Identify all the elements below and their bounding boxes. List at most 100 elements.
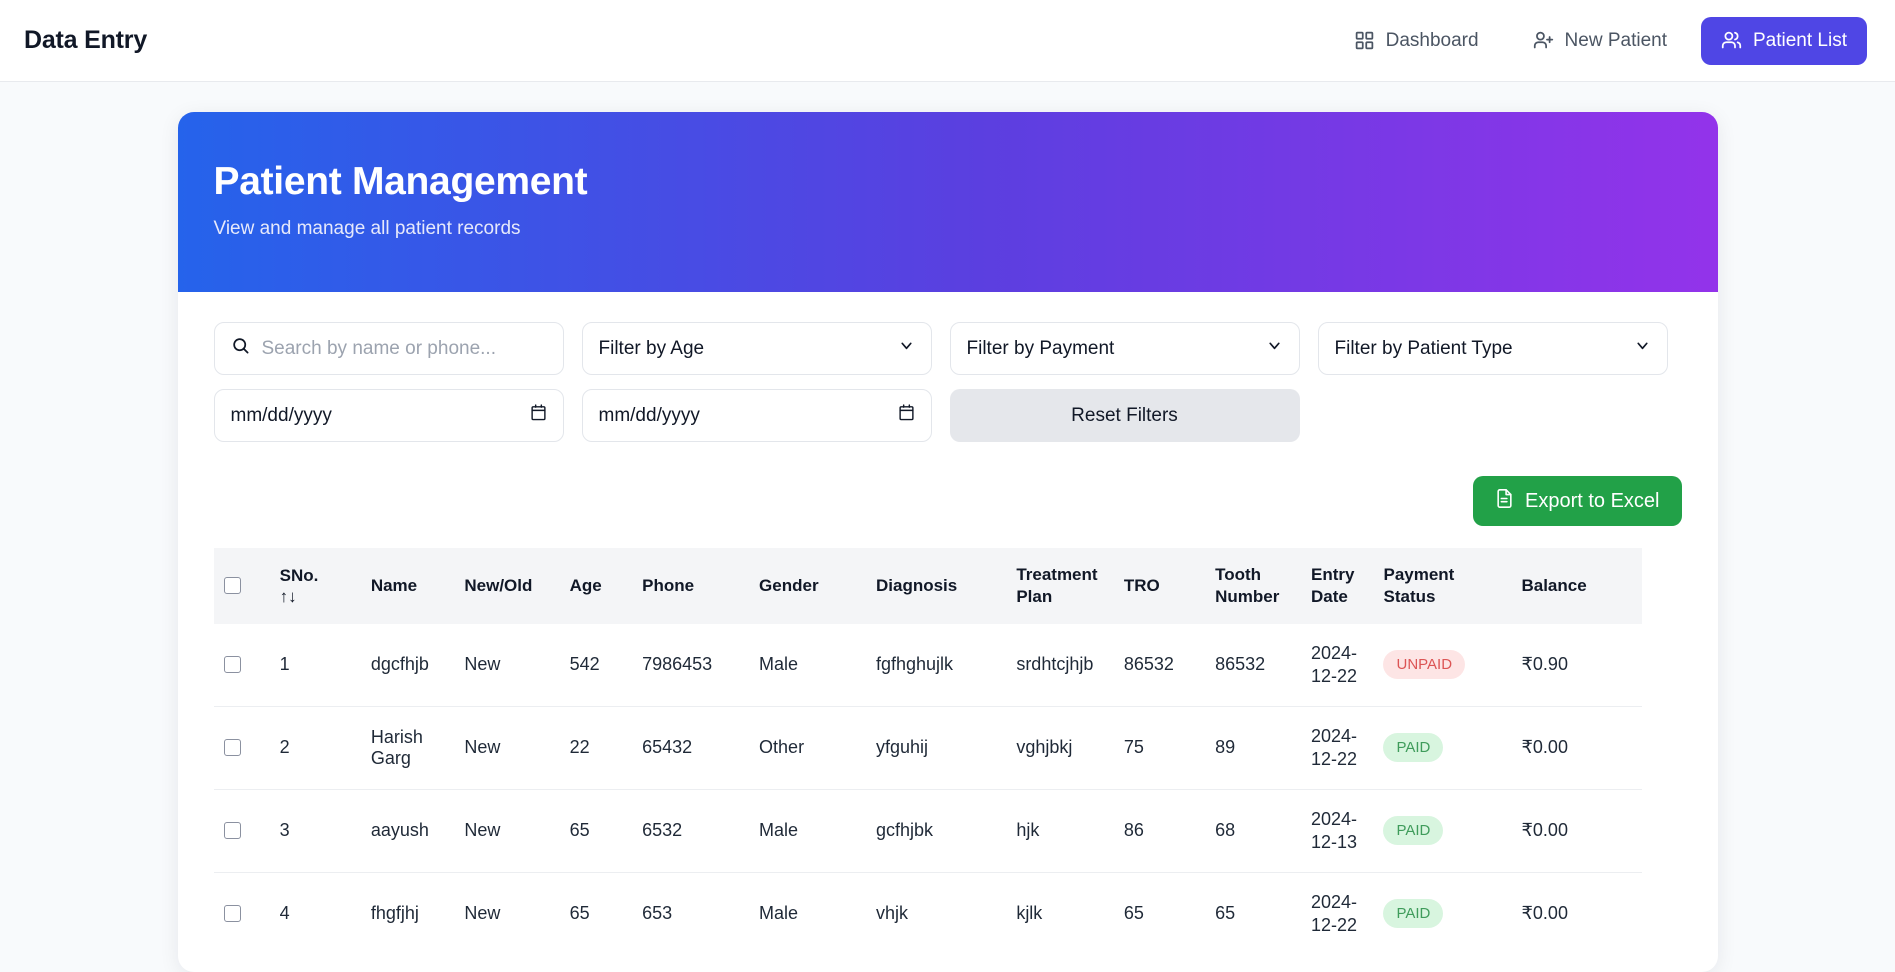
filter-age-value: Filter by Age (598, 337, 705, 359)
export-to-excel-button[interactable]: Export to Excel (1472, 476, 1682, 526)
cell-payment-status: PAID (1373, 705, 1512, 790)
nav-link-label: Dashboard (1385, 29, 1479, 51)
filters-section: Search by name or phone... Filter by Age… (178, 292, 1718, 442)
delete-icon[interactable] (1643, 736, 1664, 760)
search-input[interactable]: Search by name or phone... (213, 322, 564, 375)
row-checkbox[interactable] (223, 905, 241, 923)
page-subtitle: View and manage all patient records (213, 218, 521, 239)
cell-actions (1633, 788, 1682, 873)
cell-tooth-number: 68 (1205, 788, 1301, 873)
filters-row-2: mm/dd/yyyy mm/dd/yyyy Reset Filters (213, 389, 1682, 442)
grid-icon (1354, 30, 1375, 51)
row-action-group (1643, 653, 1681, 677)
chevron-down-icon (1634, 337, 1651, 360)
cell-actions (1633, 705, 1682, 790)
patient-table-scroll-container[interactable]: SNo. ↑↓ Name New/Old Age Phone Gender Di… (213, 548, 1682, 955)
filter-payment-value: Filter by Payment (966, 337, 1115, 359)
cell-gender: Male (749, 871, 866, 955)
filter-age-select[interactable]: Filter by Age (581, 322, 932, 375)
cell-payment-status: UNPAID (1373, 624, 1511, 707)
cell-actions (1633, 871, 1682, 955)
sort-sno-control[interactable]: SNo. ↑↓ (280, 565, 351, 608)
edit-icon[interactable] (1643, 653, 1664, 677)
filter-patient-type-value: Filter by Patient Type (1334, 337, 1513, 359)
date-from-input[interactable]: mm/dd/yyyy (213, 389, 564, 442)
row-checkbox[interactable] (223, 822, 241, 840)
table-row[interactable]: 4 fhgfjhj New 65 653 Male vhjk kjlk 65 65 2024- 12-… (213, 871, 1682, 955)
nav-links: Dashboard New Patient Patient List (1334, 16, 1867, 65)
header-sno-label: SNo. (279, 565, 319, 585)
cell-sno: 3 (269, 788, 361, 873)
header-sno[interactable]: SNo. ↑↓ (270, 548, 361, 624)
search-icon (231, 336, 250, 361)
row-checkbox[interactable] (223, 739, 241, 757)
filters-row-1: Search by name or phone... Filter by Age… (213, 322, 1682, 375)
cell-phone: 653 (632, 871, 750, 955)
cell-new-old: New (464, 654, 501, 675)
users-icon (1721, 30, 1742, 51)
table-header-row: SNo. ↑↓ Name New/Old Age Phone Gender Di… (213, 548, 1682, 624)
cell-balance: ₹0.00 (1511, 788, 1634, 873)
cell-payment-status: PAID (1373, 788, 1512, 873)
cell-new-old: New (454, 788, 560, 873)
entry-date-line2: 12-22 (1310, 914, 1358, 935)
header-diagnosis: Diagnosis (875, 575, 958, 595)
header-tooth-line1: Tooth (1215, 565, 1262, 584)
patient-management-card: Patient Management View and manage all p… (177, 112, 1718, 972)
cell-tooth-number: 89 (1205, 705, 1301, 790)
cell-phone: 6532 (632, 788, 750, 873)
entry-date-line1: 2024- (1310, 808, 1358, 829)
cell-tro: 65 (1113, 871, 1206, 955)
cell-payment-status: PAID (1373, 871, 1512, 955)
entry-date-line2: 12-22 (1310, 748, 1358, 769)
cell-tro: 75 (1113, 705, 1206, 790)
sort-arrows-icon: ↑↓ (279, 586, 297, 606)
date-to-placeholder-text: mm/dd/yyyy (598, 404, 700, 426)
cell-diagnosis: yfguhij (865, 705, 1007, 790)
table-row[interactable]: 3 aayush New 65 6532 Male gcfhjbk hjk 86 68 2024- 1… (213, 788, 1682, 873)
entry-date-line2: 12-13 (1310, 831, 1358, 852)
cell-tro: 86 (1113, 788, 1206, 873)
filter-patient-type-select[interactable]: Filter by Patient Type (1317, 322, 1668, 375)
delete-icon[interactable] (1643, 819, 1664, 843)
cell-gender: Other (749, 705, 866, 790)
delete-icon[interactable] (1643, 902, 1664, 926)
page-title: Patient Management (213, 160, 588, 203)
cell-name: Harish Garg (360, 705, 455, 790)
patient-table-body: 1 dgcfhjb New 542 7986453 Male fgfhghujlk srdht… (213, 624, 1682, 955)
cell-tooth-number: 86532 (1215, 654, 1266, 675)
cell-tro: 86532 (1123, 654, 1174, 675)
cell-age: 542 (569, 654, 600, 675)
calendar-icon[interactable] (530, 403, 547, 428)
header-tooth-number: Tooth Number (1205, 548, 1301, 624)
chevron-down-icon (1266, 337, 1283, 360)
row-action-group (1643, 902, 1681, 926)
table-row[interactable]: 2 Harish Garg New 22 65432 Other yfguhij vghjbk… (213, 705, 1682, 790)
nav-link-patient-list[interactable]: Patient List (1701, 16, 1867, 65)
cell-diagnosis: gcfhjbk (865, 788, 1007, 873)
cell-tooth-number: 65 (1205, 871, 1301, 955)
date-from-placeholder-text: mm/dd/yyyy (230, 404, 332, 426)
cell-sno: 4 (269, 871, 361, 955)
cell-entry-date: 2024- 12-13 (1300, 788, 1374, 873)
filter-payment-select[interactable]: Filter by Payment (949, 322, 1300, 375)
select-all-checkbox[interactable] (223, 577, 241, 595)
row-checkbox[interactable] (223, 656, 241, 674)
cell-phone: 7986453 (642, 654, 713, 675)
nav-link-new-patient[interactable]: New Patient (1513, 17, 1687, 65)
header-treatment-plan-line1: Treatment (1016, 565, 1098, 584)
header-treatment-plan: Treatment Plan (1006, 548, 1114, 624)
cell-phone: 65432 (632, 705, 750, 790)
header-entry-line2: Date (1310, 586, 1348, 606)
header-payment-line2: Status (1383, 586, 1436, 606)
nav-link-dashboard[interactable]: Dashboard (1334, 17, 1499, 65)
calendar-icon[interactable] (898, 403, 915, 428)
status-badge: PAID (1383, 733, 1444, 763)
date-to-input[interactable]: mm/dd/yyyy (581, 389, 932, 442)
table-row[interactable]: 1 dgcfhjb New 542 7986453 Male fgfhghujlk srdht… (214, 624, 1682, 707)
header-entry-date: Entry Date (1301, 548, 1374, 624)
reset-filters-button[interactable]: Reset Filters (949, 389, 1300, 442)
cell-name: dgcfhjb (370, 654, 429, 675)
cell-diagnosis: fgfhghujlk (875, 654, 954, 675)
cell-entry-date: 2024- 12-22 (1300, 705, 1374, 790)
